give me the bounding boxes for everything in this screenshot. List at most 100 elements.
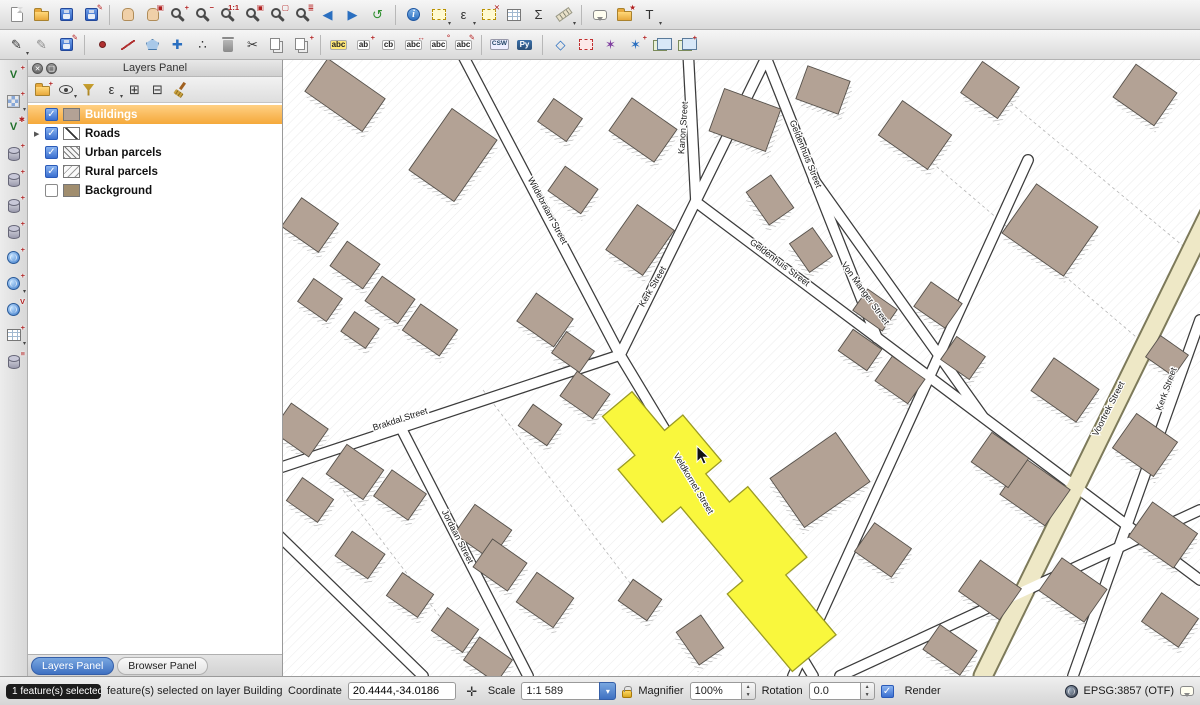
- copy-features-button[interactable]: [265, 33, 290, 57]
- add-spatialite-layer-button[interactable]: +: [1, 141, 26, 165]
- save-layer-edits-button[interactable]: ✎: [54, 33, 79, 57]
- node-tool-button[interactable]: ∴: [190, 33, 215, 57]
- paste-features-button[interactable]: +: [290, 33, 315, 57]
- save-project-as-button[interactable]: ✎: [79, 3, 104, 27]
- spatial-query-button[interactable]: [573, 33, 598, 57]
- layer-row-urban-parcels[interactable]: ✓Urban parcels: [28, 143, 282, 162]
- text-annotation-button[interactable]: T▾: [637, 3, 662, 27]
- toggle-extents-button[interactable]: ✛: [462, 679, 482, 703]
- scale-combo[interactable]: 1:1 589 ▾: [521, 682, 616, 700]
- highlight-pinned-labels-button[interactable]: cb: [376, 33, 401, 57]
- terrain-wand-button[interactable]: ✶+: [623, 33, 648, 57]
- collapse-all-icon: ⊟: [152, 83, 163, 96]
- new-project-button[interactable]: [4, 3, 29, 27]
- layer-row-roads[interactable]: ▶✓Roads: [28, 124, 282, 143]
- chevron-down-icon[interactable]: ▾: [599, 682, 616, 700]
- python-console-button[interactable]: Py: [512, 33, 537, 57]
- measure-button[interactable]: ▾: [551, 3, 576, 27]
- expander-icon[interactable]: ▶: [34, 130, 45, 138]
- open-project-button[interactable]: [29, 3, 54, 27]
- zoom-full-button[interactable]: ▣: [240, 3, 265, 27]
- identify-features-icon: [407, 8, 420, 21]
- zoom-native-button[interactable]: 1:1: [215, 3, 240, 27]
- layer-checkbox[interactable]: [45, 184, 58, 197]
- new-bookmark-button[interactable]: ★: [612, 3, 637, 27]
- cut-features-button[interactable]: ✂: [240, 33, 265, 57]
- current-edits-button[interactable]: ✎▾: [4, 33, 29, 57]
- collapse-all-button[interactable]: ⊟: [146, 79, 169, 100]
- refresh-map-button[interactable]: ↺: [365, 3, 390, 27]
- lock-scale-icon[interactable]: [622, 690, 632, 698]
- add-raster-layer-button[interactable]: +▾: [1, 89, 26, 113]
- statistical-summary-button[interactable]: Σ: [526, 3, 551, 27]
- magnifier-spin[interactable]: 100% ▲▼: [690, 682, 756, 700]
- add-point-feature-button[interactable]: [90, 33, 115, 57]
- add-polygon-feature-button[interactable]: [140, 33, 165, 57]
- layer-row-background[interactable]: Background: [28, 181, 282, 200]
- layer-row-rural-parcels[interactable]: ✓Rural parcels: [28, 162, 282, 181]
- rotation-value: 0.0: [809, 682, 861, 700]
- map-tips-button[interactable]: [587, 3, 612, 27]
- change-label-button[interactable]: abc✎: [451, 33, 476, 57]
- tab-layers-panel[interactable]: Layers Panel: [31, 657, 114, 675]
- select-features-button[interactable]: ▾: [426, 3, 451, 27]
- processing-options-button[interactable]: ◇: [548, 33, 573, 57]
- rotation-steppers[interactable]: ▲▼: [861, 682, 875, 700]
- move-feature-button[interactable]: ✚: [165, 33, 190, 57]
- render-checkbox[interactable]: ✓: [881, 685, 894, 698]
- tab-browser-panel[interactable]: Browser Panel: [117, 657, 207, 675]
- add-oracle-layer-button[interactable]: +: [1, 219, 26, 243]
- messages-icon[interactable]: [1180, 686, 1194, 696]
- coordinate-input[interactable]: [348, 682, 456, 700]
- magnifier-steppers[interactable]: ▲▼: [742, 682, 756, 700]
- crs-globe-icon[interactable]: [1065, 685, 1078, 698]
- layer-checkbox[interactable]: ✓: [45, 165, 58, 178]
- identify-features-button[interactable]: [401, 3, 426, 27]
- deselect-features-button[interactable]: ✕: [476, 3, 501, 27]
- open-attribute-table-icon: [507, 9, 521, 21]
- expression-filter-button[interactable]: ε▾: [100, 79, 123, 100]
- zoom-last-button[interactable]: ◀: [315, 3, 340, 27]
- map-composer-add-button[interactable]: +: [673, 33, 698, 57]
- zoom-to-layer-button[interactable]: ≣: [290, 3, 315, 27]
- layer-checkbox[interactable]: ✓: [45, 146, 58, 159]
- manage-layer-visibility-button[interactable]: ▾: [54, 79, 77, 100]
- move-label-button[interactable]: abc↔: [401, 33, 426, 57]
- interpolation-wand-button[interactable]: ✶: [598, 33, 623, 57]
- remove-layer-button[interactable]: [169, 79, 192, 100]
- zoom-next-button[interactable]: ▶: [340, 3, 365, 27]
- map-canvas[interactable]: Wildebraam StreetKanon StreetKerk Street…: [283, 60, 1200, 676]
- select-by-expression-button[interactable]: ε▾: [451, 3, 476, 27]
- rotate-label-button[interactable]: abc°: [426, 33, 451, 57]
- pan-map-button[interactable]: [115, 3, 140, 27]
- zoom-to-selection-button[interactable]: ▢: [265, 3, 290, 27]
- db-manager-button[interactable]: ≡: [1, 349, 26, 373]
- add-wms-layer-button[interactable]: +: [1, 245, 26, 269]
- layer-checkbox[interactable]: ✓: [45, 108, 58, 121]
- map-composer-overview-button[interactable]: [648, 33, 673, 57]
- layer-checkbox[interactable]: ✓: [45, 127, 58, 140]
- save-project-button[interactable]: [54, 3, 79, 27]
- add-postgis-layer-button[interactable]: +: [1, 167, 26, 191]
- zoom-in-button[interactable]: +: [165, 3, 190, 27]
- add-vector-layer-button[interactable]: V+: [1, 63, 26, 87]
- add-group-button[interactable]: +: [31, 79, 54, 100]
- add-mssql-layer-button[interactable]: +: [1, 193, 26, 217]
- new-shapefile-layer-button[interactable]: V✱: [1, 115, 26, 139]
- add-wfs-layer-button[interactable]: V: [1, 297, 26, 321]
- pan-to-selection-button[interactable]: ▣: [140, 3, 165, 27]
- expand-all-button[interactable]: ⊞: [123, 79, 146, 100]
- pin-labels-button[interactable]: ab+: [351, 33, 376, 57]
- toggle-editing-button[interactable]: ✎: [29, 33, 54, 57]
- zoom-out-button[interactable]: −: [190, 3, 215, 27]
- metasearch-csw-button[interactable]: CSW: [487, 33, 512, 57]
- add-delimited-text-layer-button[interactable]: +▾: [1, 323, 26, 347]
- add-wcs-layer-button[interactable]: +▾: [1, 271, 26, 295]
- rotation-spin[interactable]: 0.0 ▲▼: [809, 682, 875, 700]
- layer-row-buildings[interactable]: ✓Buildings: [28, 105, 282, 124]
- open-attribute-table-button[interactable]: [501, 3, 526, 27]
- layer-labeling-button[interactable]: abc: [326, 33, 351, 57]
- delete-selected-button[interactable]: [215, 33, 240, 57]
- add-line-feature-button[interactable]: [115, 33, 140, 57]
- filter-legend-button[interactable]: [77, 79, 100, 100]
